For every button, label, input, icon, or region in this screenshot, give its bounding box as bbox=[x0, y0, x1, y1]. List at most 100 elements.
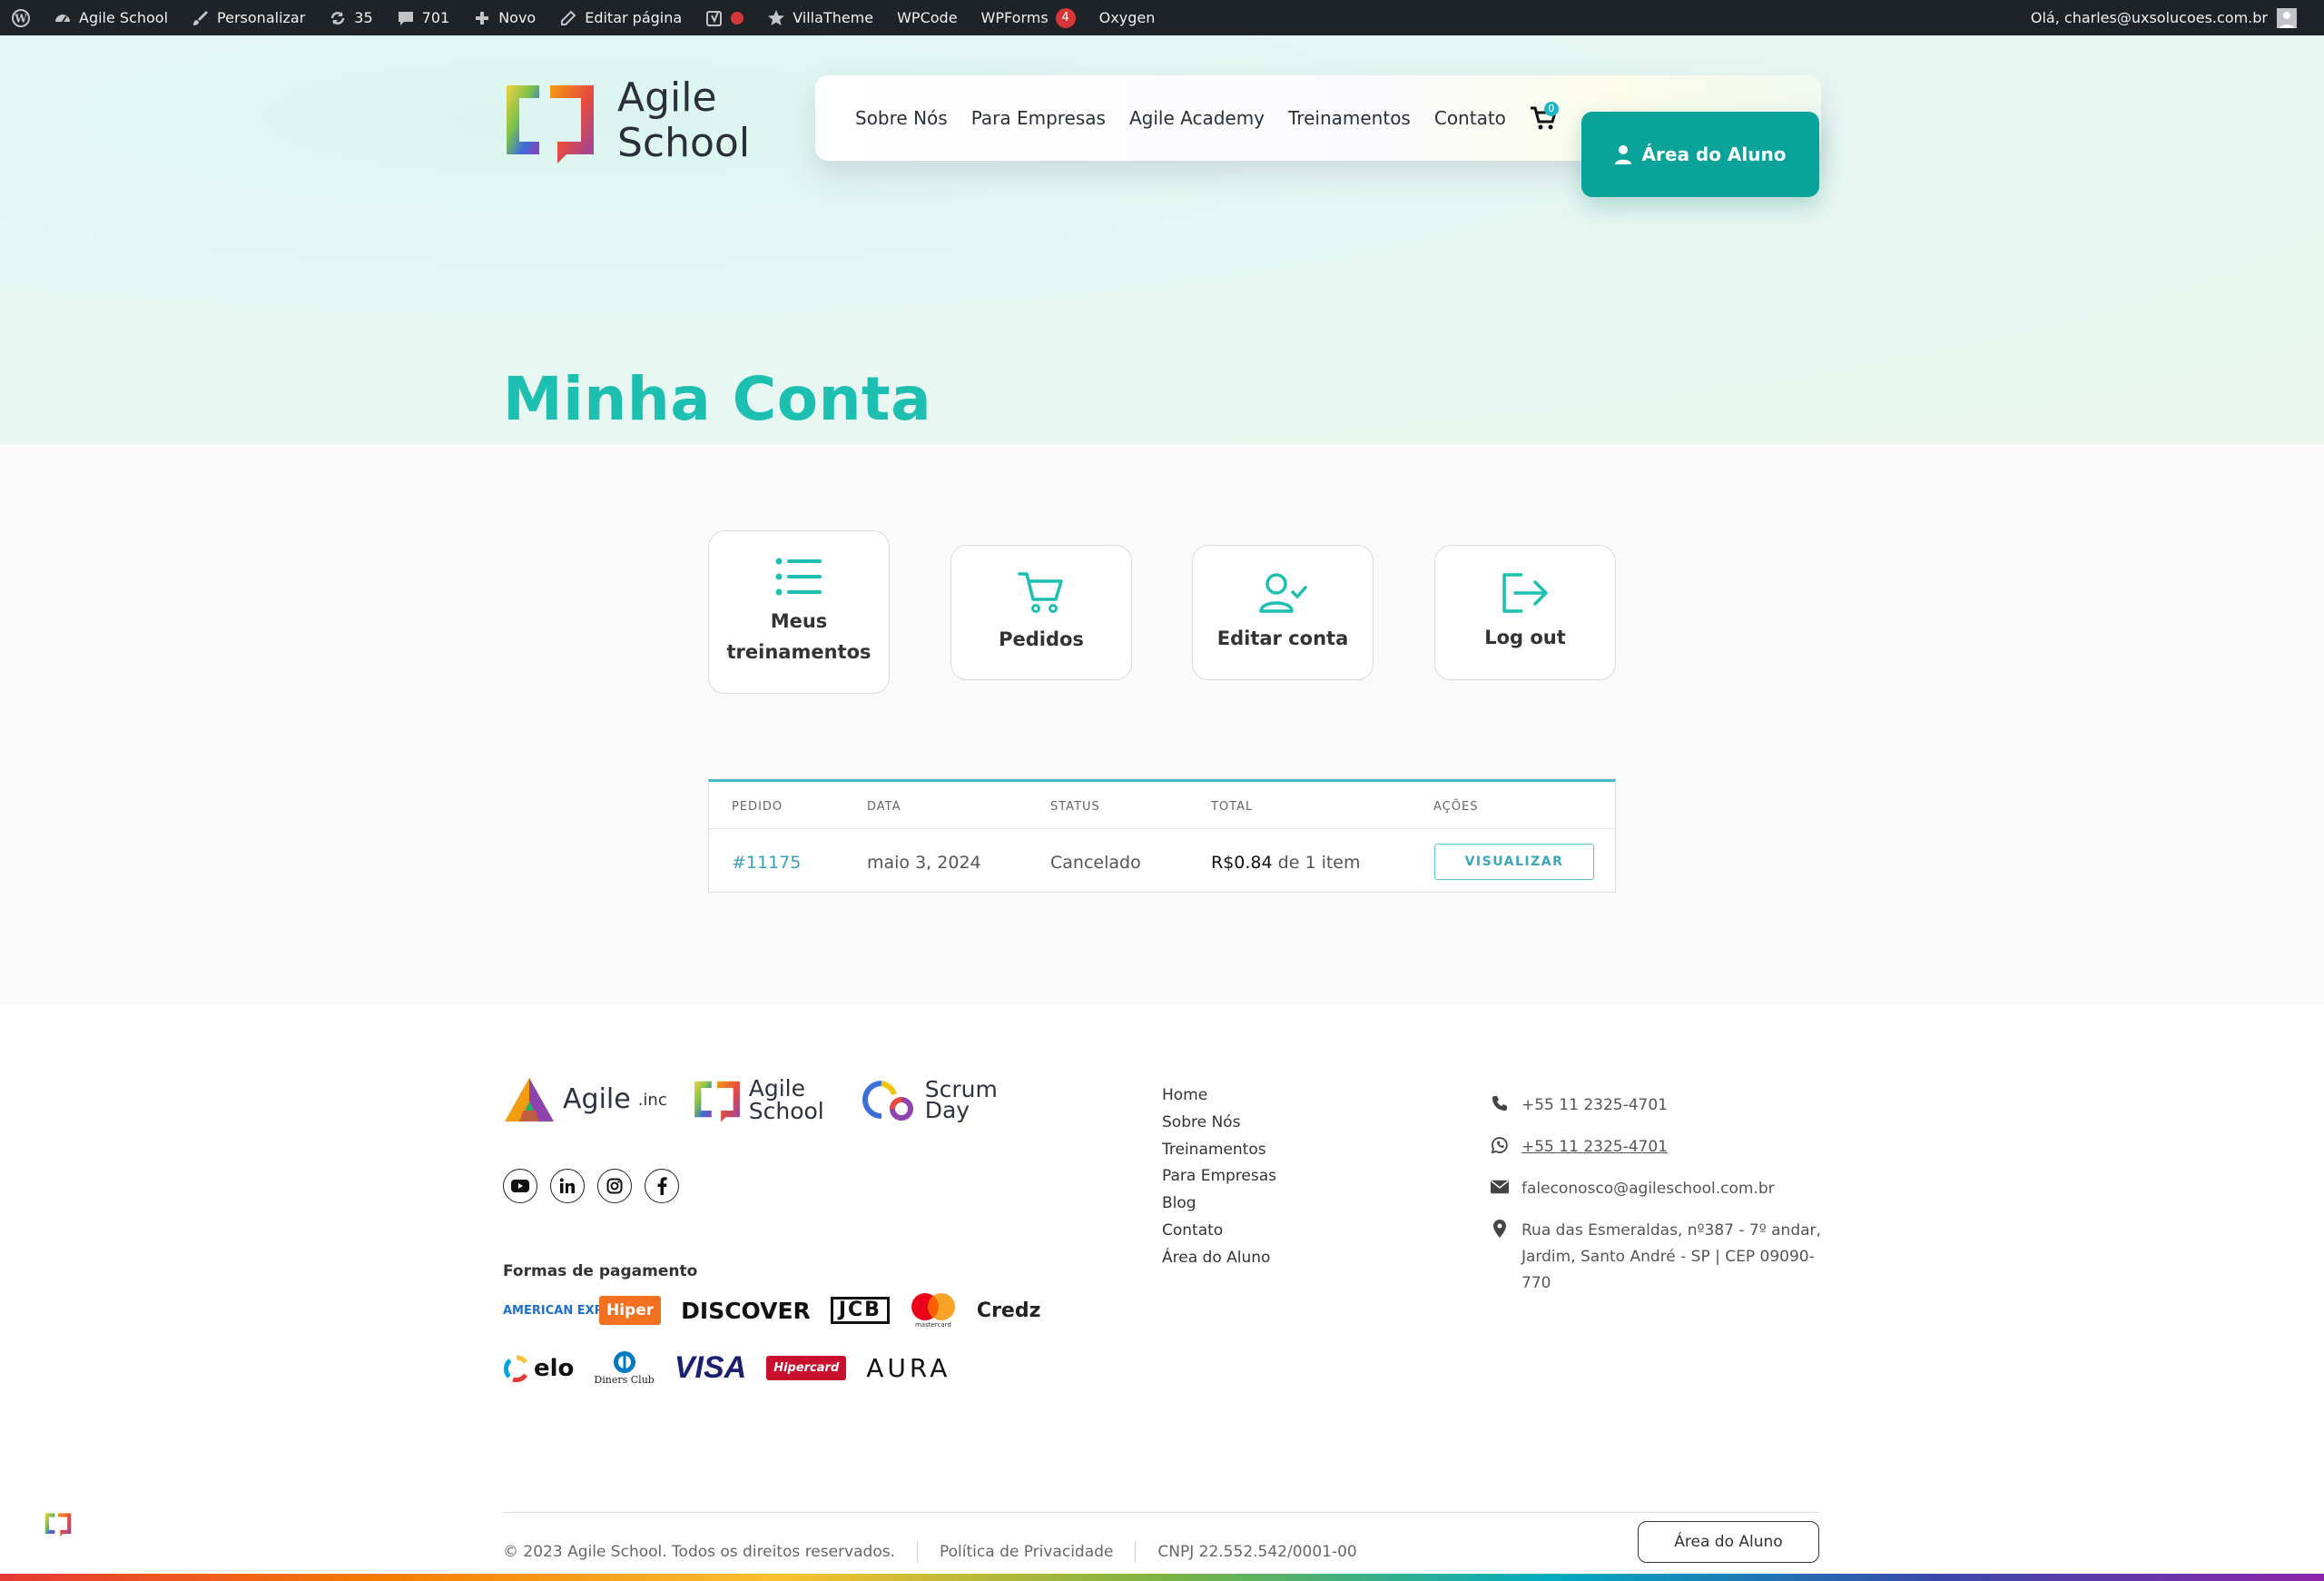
comment-icon bbox=[398, 11, 413, 25]
footer-link-contato[interactable]: Contato bbox=[1162, 1221, 1276, 1240]
wpforms-menu[interactable]: WPForms 4 bbox=[970, 0, 1088, 35]
new-content-menu[interactable]: Novo bbox=[461, 0, 547, 35]
account-card-log-out[interactable]: Log out bbox=[1434, 545, 1616, 680]
page-title: Minha Conta bbox=[503, 364, 932, 434]
cart-count-badge: 0 bbox=[1543, 102, 1559, 116]
contact-whatsapp[interactable]: +55 11 2325-4701 bbox=[1491, 1134, 1827, 1161]
diners-circle-icon bbox=[613, 1351, 635, 1373]
nav-contato[interactable]: Contato bbox=[1434, 107, 1506, 129]
brand-agile-name: Agile bbox=[563, 1083, 631, 1115]
diners-club-logo: Diners Club bbox=[594, 1350, 655, 1386]
elo-logo: elo bbox=[503, 1355, 574, 1382]
linkedin-link[interactable] bbox=[550, 1169, 585, 1203]
social-links bbox=[503, 1169, 679, 1203]
edit-page-label: Editar página bbox=[585, 9, 683, 26]
cart-button[interactable]: 0 bbox=[1530, 102, 1559, 131]
wordpress-menu[interactable]: W bbox=[0, 0, 42, 35]
nav-para-empresas[interactable]: Para Empresas bbox=[971, 107, 1106, 129]
card-label: Log out bbox=[1484, 626, 1566, 648]
footer-legal: © 2023 Agile School. Todos os direitos r… bbox=[503, 1541, 1357, 1563]
col-pedido: PEDIDO bbox=[732, 800, 783, 814]
mastercard-logo: mastercard bbox=[910, 1292, 957, 1329]
logo-wordmark: Agile School bbox=[617, 75, 750, 166]
facebook-link[interactable] bbox=[645, 1169, 679, 1203]
oxygen-label: Oxygen bbox=[1098, 9, 1156, 26]
user-greeting: Olá, charles@uxsolucoes.com.br bbox=[2030, 9, 2268, 26]
account-menu[interactable]: Olá, charles@uxsolucoes.com.br bbox=[2031, 0, 2297, 35]
dashboard-icon bbox=[55, 14, 70, 23]
contact-phone[interactable]: +55 11 2325-4701 bbox=[1491, 1092, 1827, 1119]
footer-link-area-do-aluno[interactable]: Área do Aluno bbox=[1162, 1249, 1276, 1268]
col-acoes: AÇÕES bbox=[1433, 800, 1479, 814]
wpforms-label: WPForms bbox=[980, 9, 1049, 26]
discover-logo: DISCOVER bbox=[681, 1297, 811, 1324]
order-amount: R$0.84 bbox=[1211, 853, 1273, 873]
nav-agile-academy[interactable]: Agile Academy bbox=[1129, 107, 1265, 129]
nav-treinamentos[interactable]: Treinamentos bbox=[1288, 107, 1411, 129]
aura-logo: AURA bbox=[866, 1353, 951, 1383]
agile-inc-logo-icon bbox=[505, 1078, 554, 1122]
email-address: faleconosco@agileschool.com.br bbox=[1521, 1180, 1775, 1198]
avatar bbox=[2277, 7, 2297, 28]
brand-agile-suffix: .inc bbox=[637, 1090, 667, 1110]
youtube-link[interactable] bbox=[503, 1169, 537, 1203]
order-status: Cancelado bbox=[1050, 853, 1141, 873]
customize-link[interactable]: Personalizar bbox=[180, 0, 317, 35]
account-card-editar-conta[interactable]: Editar conta bbox=[1192, 545, 1374, 680]
account-card-pedidos[interactable]: Pedidos bbox=[950, 545, 1132, 680]
footer-link-para-empresas[interactable]: Para Empresas bbox=[1162, 1168, 1276, 1186]
pencil-icon bbox=[561, 10, 576, 25]
villatheme-menu[interactable]: VillaTheme bbox=[755, 0, 885, 35]
edit-page-link[interactable]: Editar página bbox=[547, 0, 694, 35]
separator bbox=[917, 1541, 919, 1563]
whatsapp-number: +55 11 2325-4701 bbox=[1521, 1138, 1668, 1156]
nav-sobre-nos[interactable]: Sobre Nós bbox=[855, 107, 948, 129]
comments-count: 701 bbox=[421, 9, 450, 26]
account-card-meus-treinamentos[interactable]: Meus treinamentos bbox=[708, 530, 890, 694]
agile-school-logo-icon bbox=[694, 1081, 740, 1122]
floating-logo[interactable] bbox=[44, 1511, 73, 1540]
comments-link[interactable]: 701 bbox=[385, 0, 462, 35]
villatheme-label: VillaTheme bbox=[793, 9, 874, 26]
footer-link-blog[interactable]: Blog bbox=[1162, 1194, 1276, 1213]
address-text: Rua das Esmeraldas, nº387 - 7º andar, Ja… bbox=[1521, 1221, 1821, 1292]
customize-label: Personalizar bbox=[217, 9, 306, 26]
elo-label: elo bbox=[534, 1354, 575, 1382]
scrum-day-logo-icon bbox=[862, 1081, 913, 1121]
amex-logo: AMERICAN EXPRESS bbox=[503, 1303, 637, 1318]
instagram-icon bbox=[606, 1178, 623, 1194]
footer-student-area-button[interactable]: Área do Aluno bbox=[1638, 1521, 1819, 1563]
contact-email[interactable]: faleconosco@agileschool.com.br bbox=[1491, 1176, 1827, 1202]
footer-link-sobre-nos[interactable]: Sobre Nós bbox=[1162, 1113, 1276, 1132]
updates-link[interactable]: 35 bbox=[317, 0, 384, 35]
plus-icon bbox=[476, 11, 489, 25]
hipercard-logo: Hipercard bbox=[766, 1356, 847, 1380]
oxygen-menu[interactable]: Oxygen bbox=[1088, 0, 1167, 35]
yoast-menu[interactable] bbox=[694, 0, 755, 35]
instagram-link[interactable] bbox=[597, 1169, 632, 1203]
order-items: de 1 item bbox=[1277, 853, 1361, 873]
student-area-button[interactable]: Área do Aluno bbox=[1581, 112, 1819, 197]
brand-scrum-day[interactable]: Scrum Day bbox=[858, 1076, 998, 1123]
view-order-button[interactable]: VISUALIZAR bbox=[1434, 844, 1594, 880]
brand-agile-inc[interactable]: Agile .inc bbox=[503, 1076, 667, 1123]
site-logo[interactable]: Agile School bbox=[503, 75, 750, 166]
wpcode-label: WPCode bbox=[897, 9, 958, 26]
privacy-policy-link[interactable]: Política de Privacidade bbox=[940, 1543, 1113, 1561]
new-label: Novo bbox=[498, 9, 537, 26]
site-name-menu[interactable]: Agile School bbox=[42, 0, 180, 35]
user-check-icon bbox=[1259, 572, 1307, 613]
hiper-logo: Hiper bbox=[599, 1296, 662, 1325]
wpcode-menu[interactable]: WPCode bbox=[885, 0, 969, 35]
phone-icon bbox=[1492, 1096, 1507, 1111]
mastercard-label: mastercard bbox=[914, 1321, 951, 1329]
col-status: STATUS bbox=[1050, 800, 1100, 814]
footer-link-treinamentos[interactable]: Treinamentos bbox=[1162, 1141, 1276, 1160]
brand-agile-school-name: Agile School bbox=[748, 1075, 824, 1124]
elo-ring-icon bbox=[503, 1355, 528, 1382]
student-area-label: Área do Aluno bbox=[1641, 143, 1787, 165]
star-icon bbox=[768, 9, 785, 25]
order-number-link[interactable]: #11175 bbox=[732, 853, 801, 873]
footer-link-home[interactable]: Home bbox=[1162, 1086, 1276, 1105]
brand-agile-school[interactable]: Agile School bbox=[693, 1077, 832, 1122]
